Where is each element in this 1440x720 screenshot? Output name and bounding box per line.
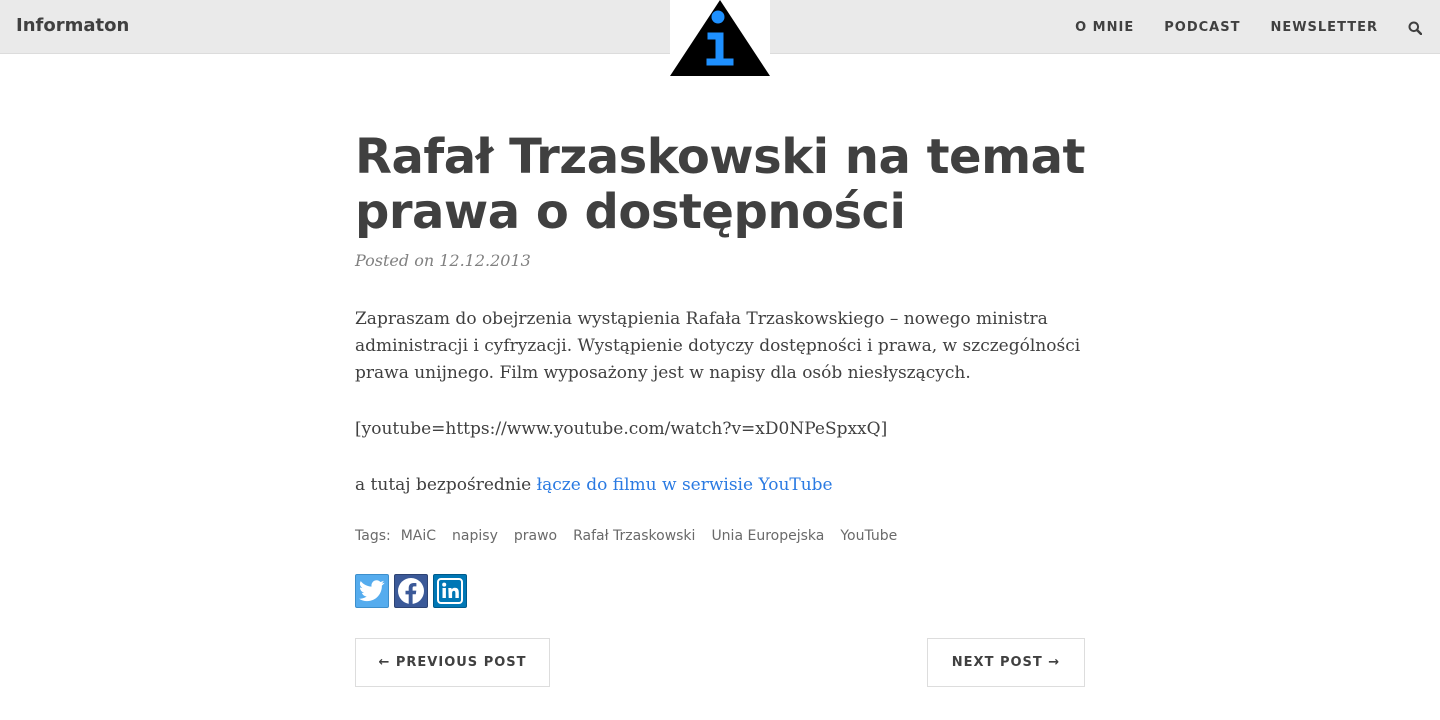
tag-link[interactable]: Unia Europejska xyxy=(711,528,824,544)
post-pager: ← PREVIOUS POST NEXT POST → xyxy=(355,638,1085,687)
post-link-intro: a tutaj bezpośrednie xyxy=(355,475,537,495)
youtube-link[interactable]: łącze do filmu w serwisie YouTube xyxy=(537,475,833,495)
post-link-paragraph: a tutaj bezpośrednie łącze do filmu w se… xyxy=(355,472,1085,499)
post-body: Zapraszam do obejrzenia wystąpienia Rafa… xyxy=(355,306,1085,499)
nav-link-newsletter[interactable]: NEWSLETTER xyxy=(1270,20,1378,35)
share-buttons xyxy=(355,574,1085,608)
post-tags: Tags: MAiC napisy prawo Rafał Trzaskowsk… xyxy=(355,528,1085,544)
linkedin-icon[interactable] xyxy=(433,574,467,608)
nav-link-podcast[interactable]: PODCAST xyxy=(1164,20,1240,35)
site-brand[interactable]: Informaton xyxy=(16,15,129,36)
post-paragraph: Zapraszam do obejrzenia wystąpienia Rafa… xyxy=(355,309,1081,383)
tag-link[interactable]: YouTube xyxy=(840,528,897,544)
nav-link-o-mnie[interactable]: O MNIE xyxy=(1075,20,1134,35)
twitter-icon[interactable] xyxy=(355,574,389,608)
facebook-icon[interactable] xyxy=(394,574,428,608)
post-title: Rafał Trzaskowski na temat prawa o dostę… xyxy=(355,129,1085,240)
post-content: Rafał Trzaskowski na temat prawa o dostę… xyxy=(355,130,1085,687)
next-post-button[interactable]: NEXT POST → xyxy=(927,638,1085,687)
post-meta: Posted on 12.12.2013 xyxy=(355,251,531,270)
tag-link[interactable]: prawo xyxy=(514,528,557,544)
previous-post-button[interactable]: ← PREVIOUS POST xyxy=(355,638,550,687)
info-triangle-logo xyxy=(670,0,770,76)
site-logo[interactable] xyxy=(670,0,770,76)
post-embed-shortcode: [youtube=https://www.youtube.com/watch?v… xyxy=(355,419,888,439)
tags-label: Tags: xyxy=(355,528,391,544)
tag-link[interactable]: MAiC xyxy=(401,528,436,544)
nav-links: O MNIE PODCAST NEWSLETTER xyxy=(1045,0,1423,54)
tag-link[interactable]: Rafał Trzaskowski xyxy=(573,528,695,544)
tag-link[interactable]: napisy xyxy=(452,528,498,544)
search-icon[interactable] xyxy=(1408,20,1423,36)
